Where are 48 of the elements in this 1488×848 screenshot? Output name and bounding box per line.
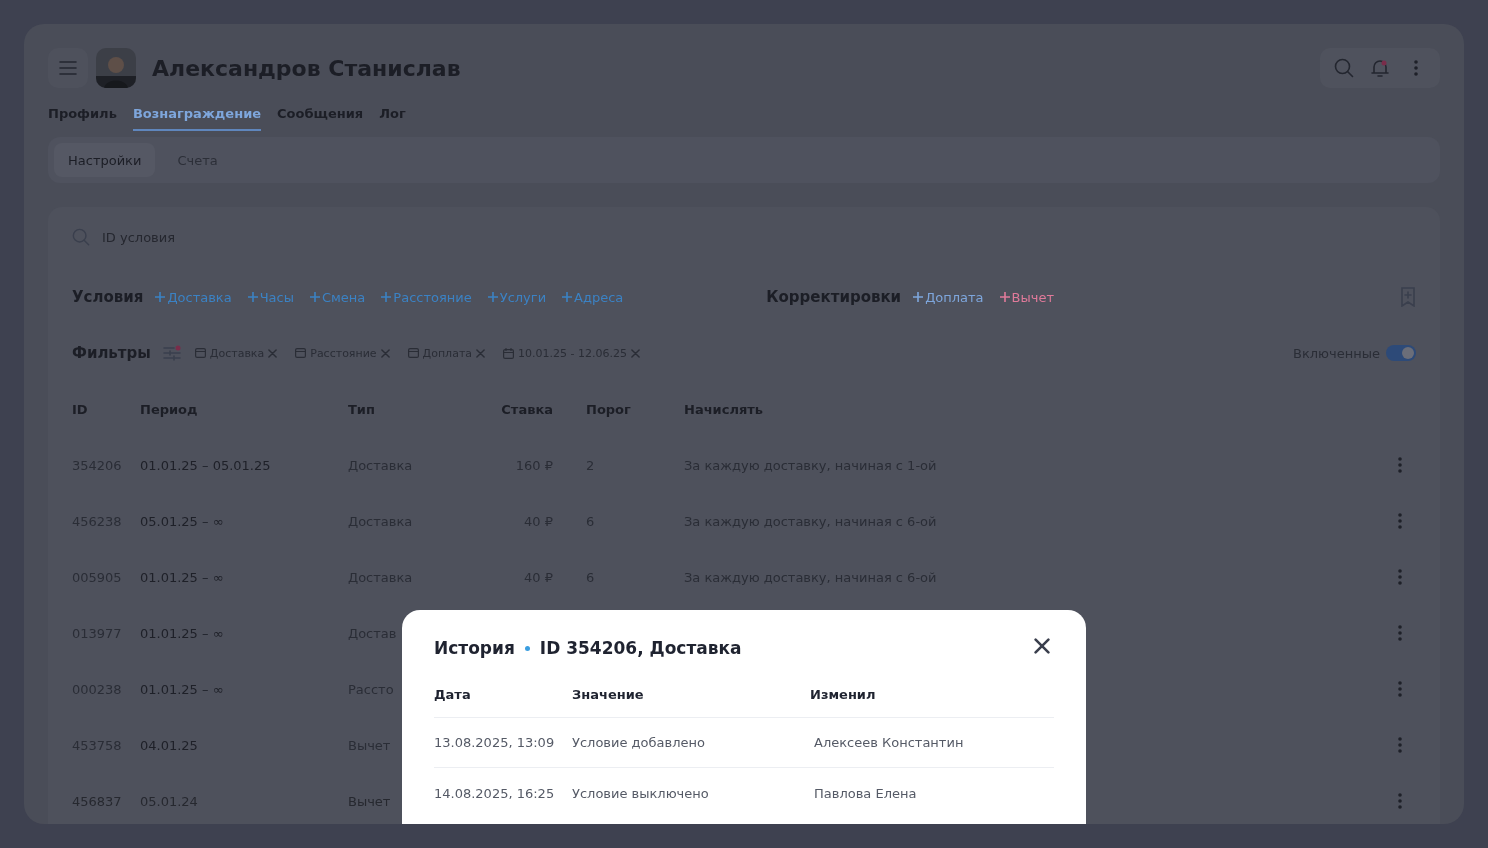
add-condition-link[interactable]: Смена — [309, 289, 366, 305]
table-cell-text: 14.08.2025, 16:25 — [434, 785, 556, 801]
menu-icon — [59, 61, 77, 75]
more-icon[interactable] — [1414, 60, 1418, 76]
plus-icon — [487, 292, 498, 302]
table-cell-text: Павлова Елена — [813, 785, 918, 801]
plus-icon — [913, 292, 924, 302]
more-icon[interactable] — [1398, 513, 1402, 529]
table-cell-text: Условие добавлено — [572, 735, 706, 750]
search-icon — [1334, 58, 1354, 78]
dialog-title: История — [434, 638, 515, 658]
table-cell-text: Условие выключено — [572, 785, 710, 801]
toggle-switch[interactable] — [1386, 345, 1416, 361]
separator-dot — [524, 645, 530, 651]
add-condition-link[interactable]: Расстояние — [381, 289, 472, 305]
more-icon[interactable] — [1398, 737, 1402, 753]
column-header: Дата — [434, 687, 472, 702]
bell-icon — [1371, 58, 1389, 78]
dialog-subtitle: ID 354206, Доставка — [539, 638, 742, 658]
filter-settings-icon[interactable] — [162, 345, 181, 361]
table-cell-text: Алексеев Константин — [813, 735, 965, 750]
more-icon[interactable] — [1398, 569, 1402, 585]
plus-icon — [309, 292, 320, 302]
add-adjustment-link[interactable]: Доплата — [913, 289, 984, 305]
add-condition-link[interactable]: Услуги — [487, 289, 547, 305]
add-adjustment-link[interactable]: Вычет — [999, 289, 1054, 305]
calendar-icon — [503, 347, 515, 359]
plus-icon — [247, 292, 258, 302]
column-header: Значение — [572, 687, 645, 702]
folder-icon — [295, 348, 307, 358]
more-icon[interactable] — [1398, 681, 1402, 697]
add-condition-link[interactable]: Доставка — [155, 289, 232, 305]
table-cell-text: 13.08.2025, 13:09 — [434, 735, 556, 750]
plus-icon — [562, 292, 573, 302]
plus-icon — [155, 292, 166, 302]
add-condition-link[interactable]: Адреса — [562, 289, 624, 305]
more-icon[interactable] — [1398, 625, 1402, 641]
subtab[interactable]: Настройки — [54, 143, 156, 177]
more-icon[interactable] — [1398, 793, 1402, 809]
folder-icon — [407, 348, 419, 358]
folder-icon — [194, 348, 206, 358]
menu-button[interactable] — [48, 48, 88, 88]
plus-icon — [381, 292, 392, 302]
plus-icon — [999, 292, 1010, 302]
column-header: Изменил — [810, 687, 877, 702]
add-condition-link[interactable]: Часы — [247, 289, 294, 305]
more-icon[interactable] — [1398, 457, 1402, 473]
tab[interactable]: Вознаграждение — [132, 106, 262, 131]
